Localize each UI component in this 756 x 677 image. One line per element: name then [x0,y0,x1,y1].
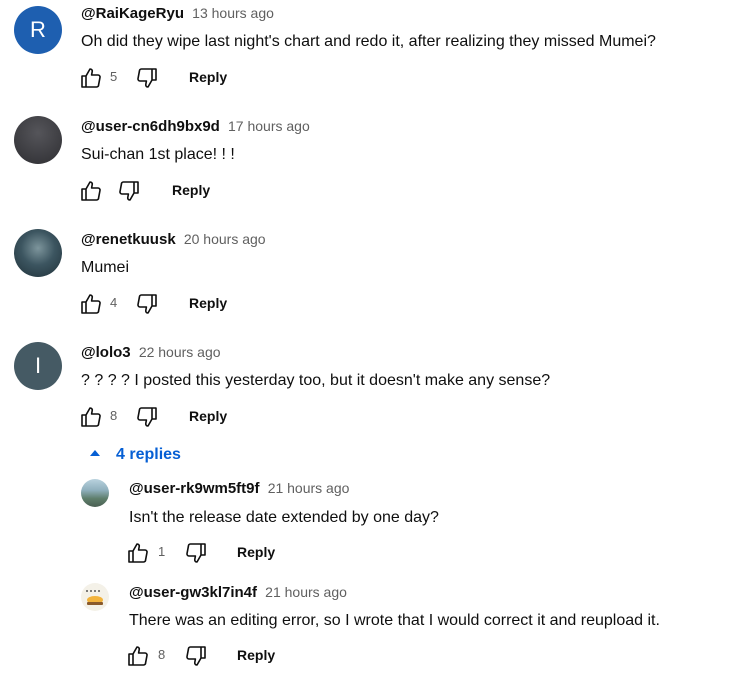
like-count: 4 [110,295,118,310]
avatar[interactable]: R [14,6,62,54]
replies-count-label: 4 replies [116,446,181,463]
avatar[interactable] [81,583,109,611]
comment-timestamp[interactable]: 21 hours ago [268,480,350,496]
avatar[interactable]: I [14,342,62,390]
reply-button[interactable]: Reply [237,544,275,560]
avatar-letter: R [30,17,46,42]
thumbs-up-icon [128,543,148,563]
thumbs-down-icon [137,294,157,314]
comment-timestamp[interactable]: 21 hours ago [265,584,347,600]
comment-timestamp[interactable]: 20 hours ago [184,231,266,247]
comment-timestamp[interactable]: 22 hours ago [139,344,221,360]
thumbs-up-icon [81,181,101,201]
like-button[interactable] [126,644,150,668]
reply-button[interactable]: Reply [172,182,210,198]
comment-author[interactable]: @user-cn6dh9bx9d [81,118,220,135]
like-count: 8 [158,647,166,662]
comment-actions: 8 Reply [79,405,279,429]
comment-text: Mumei [81,259,130,276]
comment-author[interactable]: @user-gw3kl7in4f [129,584,257,601]
avatar[interactable] [14,229,62,277]
comment-text: ? ? ? ? I posted this yesterday too, but… [81,372,551,389]
like-count: 8 [110,408,118,423]
dislike-button[interactable] [135,66,159,90]
comment-header: @user-rk9wm5ft9f 21 hours ago [129,480,349,497]
thumbs-up-icon [81,294,101,314]
comment-text: Sui-chan 1st place! ! ! [81,146,235,163]
comment-actions: 8 Reply [126,644,326,668]
thumbs-down-icon [186,543,206,563]
comment-author[interactable]: @RaiKageRyu [81,5,184,22]
reply-button[interactable]: Reply [189,408,227,424]
comment-actions: 1 Reply [126,541,326,565]
dislike-button[interactable] [117,179,141,203]
dislike-button[interactable] [184,644,208,668]
thumbs-down-icon [186,646,206,666]
thumbs-down-icon [119,181,139,201]
comment-header: @user-cn6dh9bx9d 17 hours ago [81,118,310,135]
thumbs-down-icon [137,68,157,88]
comment-header: @renetkuusk 20 hours ago [81,231,266,248]
like-button[interactable] [79,66,103,90]
thumbs-up-icon [81,407,101,427]
chevron-up-icon [90,450,100,456]
like-button[interactable] [79,292,103,316]
comment-author[interactable]: @renetkuusk [81,231,176,248]
like-button[interactable] [79,405,103,429]
comment-actions: 5 Reply [79,66,279,90]
comment-text: There was an editing error, so I wrote t… [129,612,660,629]
avatar[interactable] [81,479,109,507]
like-button[interactable] [126,541,150,565]
reply-button[interactable]: Reply [189,69,227,85]
cartoon-avatar-icon [86,590,103,605]
avatar[interactable] [14,116,62,164]
comment-author[interactable]: @user-rk9wm5ft9f [129,480,260,497]
thumbs-down-icon [137,407,157,427]
replies-toggle-button[interactable]: 4 replies [90,446,181,464]
thumbs-up-icon [128,646,148,666]
comment-header: @lolo3 22 hours ago [81,344,221,361]
comment-text: Oh did they wipe last night's chart and … [81,33,656,50]
like-count: 1 [158,544,166,559]
dislike-button[interactable] [184,541,208,565]
comment-text: Isn't the release date extended by one d… [129,509,439,526]
like-count: 5 [110,69,118,84]
thumbs-up-icon [81,68,101,88]
dislike-button[interactable] [135,292,159,316]
comment-timestamp[interactable]: 13 hours ago [192,5,274,21]
comment-timestamp[interactable]: 17 hours ago [228,118,310,134]
comment-actions: Reply [79,179,279,203]
comment-header: @user-gw3kl7in4f 21 hours ago [129,584,347,601]
avatar-letter: I [34,353,42,378]
comment-header: @RaiKageRyu 13 hours ago [81,5,274,22]
comment-author[interactable]: @lolo3 [81,344,131,361]
dislike-button[interactable] [135,405,159,429]
like-button[interactable] [79,179,103,203]
reply-button[interactable]: Reply [189,295,227,311]
comment-actions: 4 Reply [79,292,279,316]
reply-button[interactable]: Reply [237,647,275,663]
